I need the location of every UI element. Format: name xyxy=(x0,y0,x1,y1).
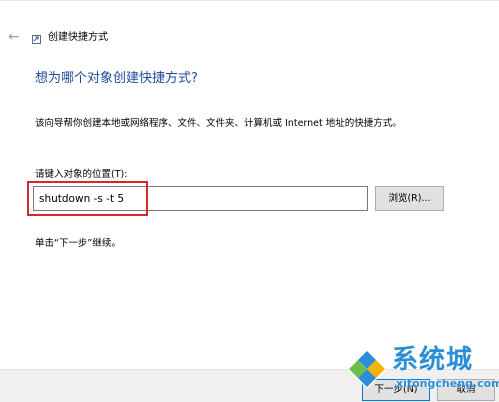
cancel-button[interactable]: 取消 xyxy=(437,379,495,401)
location-input[interactable] xyxy=(33,186,368,211)
shortcut-icon xyxy=(32,35,41,44)
browse-button[interactable]: 浏览(R)... xyxy=(375,186,444,211)
location-label: 请键入对象的位置(T): xyxy=(35,169,128,180)
wizard-footer: 下一步(N) 取消 xyxy=(0,369,499,402)
page-heading: 想为哪个对象创建快捷方式? xyxy=(35,71,198,86)
back-arrow-icon[interactable]: ← xyxy=(8,29,22,45)
next-button[interactable]: 下一步(N) xyxy=(362,379,430,401)
wizard-title: 创建快捷方式 xyxy=(48,32,108,43)
wizard-description: 该向导帮你创建本地或网络程序、文件、文件夹、计算机或 Internet 地址的快… xyxy=(35,118,402,129)
continue-hint: 单击“下一步”继续。 xyxy=(35,238,121,249)
wizard-header: ← 创建快捷方式 xyxy=(0,29,499,51)
create-shortcut-window: ← 创建快捷方式 想为哪个对象创建快捷方式? 该向导帮你创建本地或网络程序、文件… xyxy=(0,0,499,402)
